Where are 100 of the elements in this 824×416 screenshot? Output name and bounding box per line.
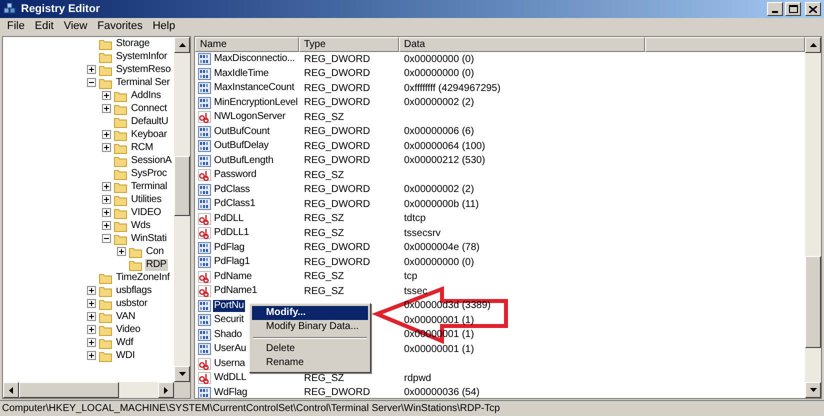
value-type: REG_DWORD xyxy=(304,184,370,196)
tree-item[interactable]: Con xyxy=(145,246,165,258)
binary-value-icon xyxy=(198,53,211,66)
expand-toggle-icon[interactable] xyxy=(102,91,111,100)
scroll-thumb[interactable] xyxy=(174,156,190,216)
expand-toggle-icon[interactable] xyxy=(102,195,111,204)
tree-item[interactable]: DefaultU xyxy=(130,116,170,128)
value-name[interactable]: OutBufCount xyxy=(213,126,271,138)
scroll-thumb[interactable] xyxy=(19,382,119,398)
expand-toggle-icon[interactable] xyxy=(87,286,96,295)
scroll-thumb[interactable] xyxy=(805,256,821,348)
binary-value-icon xyxy=(198,198,211,210)
tree-item[interactable]: SessionA xyxy=(130,154,173,166)
tree-item[interactable]: WinStati xyxy=(130,232,168,244)
tree-item[interactable]: Utilities xyxy=(130,194,162,206)
tree-item[interactable]: usbstor xyxy=(115,298,148,310)
value-name[interactable]: PortNu xyxy=(213,300,245,312)
value-name[interactable]: Shado xyxy=(213,328,243,341)
value-name[interactable]: OutBufDelay xyxy=(213,140,270,152)
value-name[interactable]: MaxIdleTime xyxy=(213,68,270,80)
tree-item[interactable]: Keyboar xyxy=(130,128,168,140)
vertical-scrollbar[interactable] xyxy=(805,37,821,398)
value-name[interactable]: MaxDisconnectio... xyxy=(213,53,296,66)
value-name[interactable]: PdFlag xyxy=(213,242,246,254)
value-name[interactable]: PdFlag1 xyxy=(213,256,251,268)
tree-item[interactable]: SystemInfor xyxy=(115,50,168,62)
menu-item[interactable]: Favorites xyxy=(92,21,148,32)
collapse-toggle-icon[interactable] xyxy=(87,78,96,87)
value-name[interactable]: NWLogonServer xyxy=(213,111,286,124)
value-name[interactable]: WdDLL xyxy=(213,372,248,384)
menu-item[interactable]: Modify Binary Data... xyxy=(252,320,368,334)
expand-toggle-icon[interactable] xyxy=(87,65,96,74)
expand-toggle-icon[interactable] xyxy=(87,351,96,360)
column-header[interactable]: Type xyxy=(299,37,399,52)
value-name[interactable]: OutBufLength xyxy=(213,154,274,167)
tree-item[interactable]: AddIns xyxy=(130,90,162,102)
tree-item[interactable]: Wds xyxy=(130,220,152,232)
expand-toggle-icon[interactable] xyxy=(87,299,96,308)
tree-item[interactable]: usbflags xyxy=(115,284,153,296)
tree-item[interactable]: Connect xyxy=(130,102,168,114)
tree-item[interactable]: Wdf xyxy=(115,336,134,348)
column-header[interactable]: Data xyxy=(399,37,645,52)
expand-toggle-icon[interactable] xyxy=(102,221,111,230)
expand-toggle-icon[interactable] xyxy=(102,130,111,139)
up-arrow-icon xyxy=(810,43,816,47)
expand-toggle-icon[interactable] xyxy=(102,208,111,217)
tree-item[interactable]: RCM xyxy=(130,142,154,154)
horizontal-scrollbar[interactable] xyxy=(3,382,174,398)
tree-item[interactable]: Terminal Ser xyxy=(115,76,171,88)
tree-item[interactable]: SysProc xyxy=(130,168,168,180)
menu-item[interactable]: View xyxy=(58,21,92,32)
expand-toggle-icon[interactable] xyxy=(102,143,111,152)
value-name[interactable]: PdDLL xyxy=(213,212,245,225)
tree-item[interactable]: Video xyxy=(115,324,142,336)
value-name[interactable]: MinEncryptionLevel xyxy=(213,96,299,109)
tree-item[interactable]: VAN xyxy=(115,310,136,322)
value-type: REG_DWORD xyxy=(304,242,370,254)
value-name[interactable]: UserAu xyxy=(213,343,248,356)
value-name[interactable]: Userna xyxy=(213,358,246,370)
tree-item[interactable]: SystemReso xyxy=(115,64,172,76)
expand-toggle-icon[interactable] xyxy=(117,247,126,256)
collapse-toggle-icon[interactable] xyxy=(102,234,111,243)
maximize-icon xyxy=(788,5,798,13)
expand-toggle-icon[interactable] xyxy=(87,312,96,321)
expand-toggle-icon[interactable] xyxy=(87,325,96,334)
value-name[interactable]: PdClass1 xyxy=(213,198,256,210)
value-name[interactable]: PdName1 xyxy=(213,285,258,298)
value-name[interactable]: PdDLL1 xyxy=(213,227,250,240)
tree-item[interactable]: Storage xyxy=(115,38,151,50)
value-name[interactable]: Password xyxy=(213,169,258,182)
tree-item[interactable]: VIDEO xyxy=(130,206,162,218)
minimize-button[interactable] xyxy=(767,2,783,16)
string-value-icon xyxy=(198,358,211,370)
menu-item[interactable]: Help xyxy=(148,21,180,32)
tree-item[interactable]: RDP xyxy=(145,258,168,270)
column-header[interactable]: Name xyxy=(195,37,299,52)
menu-item[interactable]: File xyxy=(2,21,30,32)
folder-icon xyxy=(99,50,112,62)
value-name[interactable]: MaxInstanceCount xyxy=(213,82,296,94)
menu-item[interactable]: Rename xyxy=(252,356,368,370)
tree-item[interactable]: TimeZoneInf xyxy=(115,272,171,284)
tree-item[interactable]: WDI xyxy=(115,350,136,362)
binary-value-icon xyxy=(198,126,211,138)
folder-icon xyxy=(99,38,112,50)
close-button[interactable] xyxy=(805,2,821,16)
menu-item[interactable]: Edit xyxy=(30,21,59,32)
maximize-button[interactable] xyxy=(785,2,801,16)
expand-toggle-icon[interactable] xyxy=(102,182,111,191)
tree-item[interactable]: Terminal xyxy=(130,180,168,192)
value-data: 0x00000002 (2) xyxy=(404,97,474,108)
value-name[interactable]: WdFlag xyxy=(213,386,248,398)
menu-item[interactable]: Modify... xyxy=(252,306,368,320)
value-name[interactable]: Securit xyxy=(213,314,245,326)
menu-item[interactable]: Delete xyxy=(252,342,368,356)
value-name[interactable]: PdName xyxy=(213,270,253,283)
value-name[interactable]: PdClass xyxy=(213,184,251,196)
expand-toggle-icon[interactable] xyxy=(102,104,111,113)
vertical-scrollbar[interactable] xyxy=(174,37,190,382)
expand-toggle-icon[interactable] xyxy=(87,338,96,347)
folder-icon xyxy=(114,102,127,114)
